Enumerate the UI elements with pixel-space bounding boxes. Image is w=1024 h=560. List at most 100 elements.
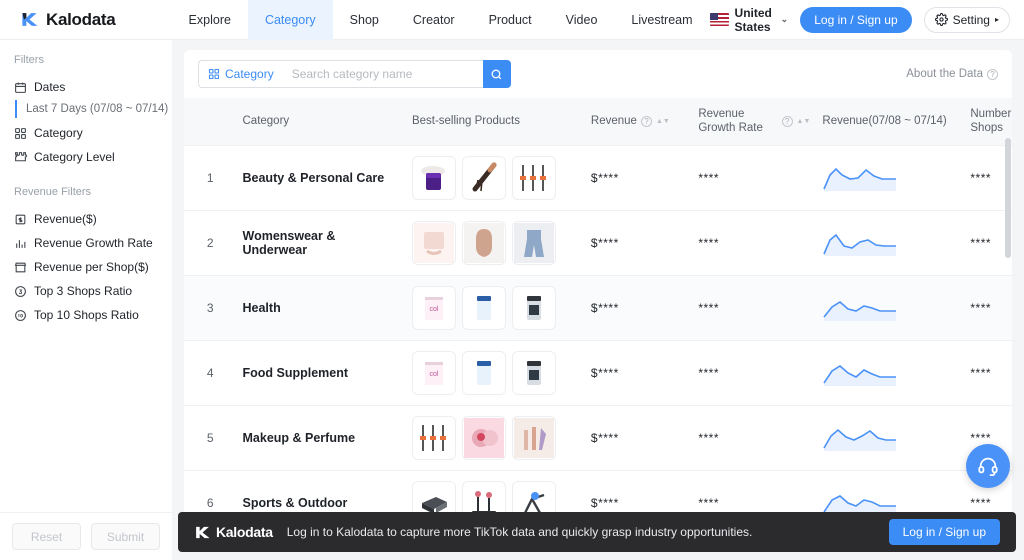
filter-revenue[interactable]: Revenue($) xyxy=(14,207,172,231)
product-image xyxy=(463,417,504,458)
help-circle-icon[interactable]: ? xyxy=(640,115,652,127)
nav-item-explore[interactable]: Explore xyxy=(172,0,248,40)
col-revenue[interactable]: Revenue ? ▲▼ xyxy=(584,98,693,146)
row-rank: 1 xyxy=(184,144,237,211)
search-button[interactable] xyxy=(482,60,511,88)
product-thumbnail[interactable]: col xyxy=(411,285,456,330)
row-category[interactable]: Food Supplement xyxy=(236,339,406,406)
grid-icon xyxy=(15,127,26,139)
scrollbar-thumb[interactable] xyxy=(1005,138,1011,258)
table-vertical-scrollbar[interactable] xyxy=(1005,98,1011,548)
circle-ten-icon xyxy=(15,309,26,321)
row-revenue: $**** xyxy=(584,209,693,276)
page-body: Filters Dates Last 7 Days (07/08 ~ 07/14… xyxy=(0,40,1024,560)
product-thumbnail[interactable] xyxy=(511,285,556,330)
nav-label: Shop xyxy=(349,13,379,27)
product-thumbnail[interactable] xyxy=(511,415,556,460)
product-image: col xyxy=(413,287,454,328)
date-range-value[interactable]: Last 7 Days (07/08 ~ 07/14) xyxy=(15,100,172,118)
row-growth: **** xyxy=(692,274,817,341)
revenue-sparkline xyxy=(823,233,897,256)
brand-logo[interactable]: Kalodata xyxy=(0,0,172,39)
col-revenue-growth-rate[interactable]: Revenue Growth Rate ? ▲▼ xyxy=(692,98,817,146)
filter-revenue-per-shop[interactable]: Revenue per Shop($) xyxy=(14,255,172,279)
search-input[interactable] xyxy=(282,60,483,88)
sort-icon[interactable]: ▲▼ xyxy=(656,118,670,125)
reset-button[interactable]: Reset xyxy=(12,523,81,550)
product-thumbnail[interactable] xyxy=(411,155,456,200)
nav-item-livestream[interactable]: Livestream xyxy=(614,0,709,40)
table-row[interactable]: 3 Health col $**** **** **** xyxy=(184,274,1012,341)
product-thumbnail[interactable] xyxy=(511,155,556,200)
banner-brand-name: Kalodata xyxy=(216,524,273,540)
help-circle-icon[interactable]: ? xyxy=(781,115,793,127)
table-head: Category Best-selling Products Revenue ? xyxy=(184,98,1012,146)
product-thumbnail[interactable] xyxy=(461,220,506,265)
product-thumbnail[interactable] xyxy=(511,350,556,395)
svg-text:col: col xyxy=(429,371,438,378)
product-thumbnail[interactable]: col xyxy=(411,350,456,395)
main-nav: Explore Category Shop Creator Product Vi… xyxy=(172,0,710,40)
nav-item-product[interactable]: Product xyxy=(472,0,549,40)
filter-revenue-growth-rate[interactable]: Revenue Growth Rate xyxy=(14,231,172,255)
nav-label: Video xyxy=(565,13,598,27)
col-category: Category xyxy=(236,98,406,146)
row-category[interactable]: Makeup & Perfume xyxy=(236,404,406,471)
product-image xyxy=(513,287,554,328)
col-revenue-trend: Revenue(07/08 ~ 07/14) xyxy=(816,98,965,146)
nav-item-shop[interactable]: Shop xyxy=(333,0,396,40)
nav-item-creator[interactable]: Creator xyxy=(396,0,472,40)
product-thumbnail[interactable] xyxy=(461,285,506,330)
row-category[interactable]: Health xyxy=(236,274,406,341)
filter-label: Revenue($) xyxy=(34,212,97,226)
row-trend xyxy=(816,339,965,406)
product-thumbnail[interactable] xyxy=(461,155,506,200)
col-best-selling-products: Best-selling Products xyxy=(405,98,585,146)
row-category[interactable]: Beauty & Personal Care xyxy=(236,144,406,211)
table-row[interactable]: 2 Womenswear & Underwear $**** **** **** xyxy=(184,209,1012,276)
puzzle-icon xyxy=(15,151,27,161)
headset-support-icon xyxy=(978,457,998,477)
filter-category[interactable]: Category xyxy=(14,121,172,145)
sort-icon[interactable]: ▲▼ xyxy=(797,118,811,125)
product-thumbnail[interactable] xyxy=(511,220,556,265)
product-thumbnail[interactable] xyxy=(411,415,456,460)
main-content: Category About the Data ? xyxy=(172,40,1024,560)
table-row[interactable]: 4 Food Supplement col $**** **** **** xyxy=(184,339,1012,406)
row-rank: 2 xyxy=(184,209,237,276)
product-thumbnail[interactable] xyxy=(461,350,506,395)
table-row[interactable]: 5 Makeup & Perfume $**** **** **** xyxy=(184,404,1012,471)
category-type-selector[interactable]: Category xyxy=(198,60,283,88)
table-row[interactable]: 1 Beauty & Personal Care $**** **** **** xyxy=(184,144,1012,211)
filter-label: Dates xyxy=(34,80,66,94)
country-selector[interactable]: United States ⌄ xyxy=(709,6,789,34)
nav-item-video[interactable]: Video xyxy=(549,0,615,40)
product-thumbnail[interactable] xyxy=(461,415,506,460)
product-image xyxy=(413,417,454,458)
product-image xyxy=(413,222,454,263)
product-image xyxy=(513,222,554,263)
category-table-scroll[interactable]: Category Best-selling Products Revenue ? xyxy=(184,98,1012,548)
row-category[interactable]: Womenswear & Underwear xyxy=(236,209,406,276)
chevron-down-icon: ⌄ xyxy=(780,14,789,24)
setting-button[interactable]: Setting ▸ xyxy=(923,6,1010,33)
search-icon xyxy=(491,69,502,79)
product-thumbnail[interactable] xyxy=(411,220,456,265)
filter-category-level[interactable]: Category Level xyxy=(14,145,172,169)
brand-name: Kalodata xyxy=(46,9,116,29)
about-label: About the Data xyxy=(906,68,983,80)
row-trend xyxy=(816,209,965,276)
filter-dates[interactable]: Dates xyxy=(14,75,172,99)
login-signup-button[interactable]: Log in / Sign up xyxy=(800,6,912,33)
customer-support-button[interactable] xyxy=(966,444,1010,488)
filter-top-10-shops-ratio[interactable]: Top 10 Shops Ratio xyxy=(14,303,172,327)
row-products: col xyxy=(405,274,585,341)
submit-button[interactable]: Submit xyxy=(91,523,160,550)
col-label: Best-selling Products xyxy=(411,115,520,128)
nav-item-category[interactable]: Category xyxy=(247,0,333,40)
banner-login-button[interactable]: Log in / Sign up xyxy=(888,519,1000,545)
about-the-data-link[interactable]: About the Data ? xyxy=(906,68,998,80)
col-label: Category xyxy=(242,115,290,128)
row-rank: 4 xyxy=(184,339,237,406)
filter-top-3-shops-ratio[interactable]: Top 3 Shops Ratio xyxy=(14,279,172,303)
